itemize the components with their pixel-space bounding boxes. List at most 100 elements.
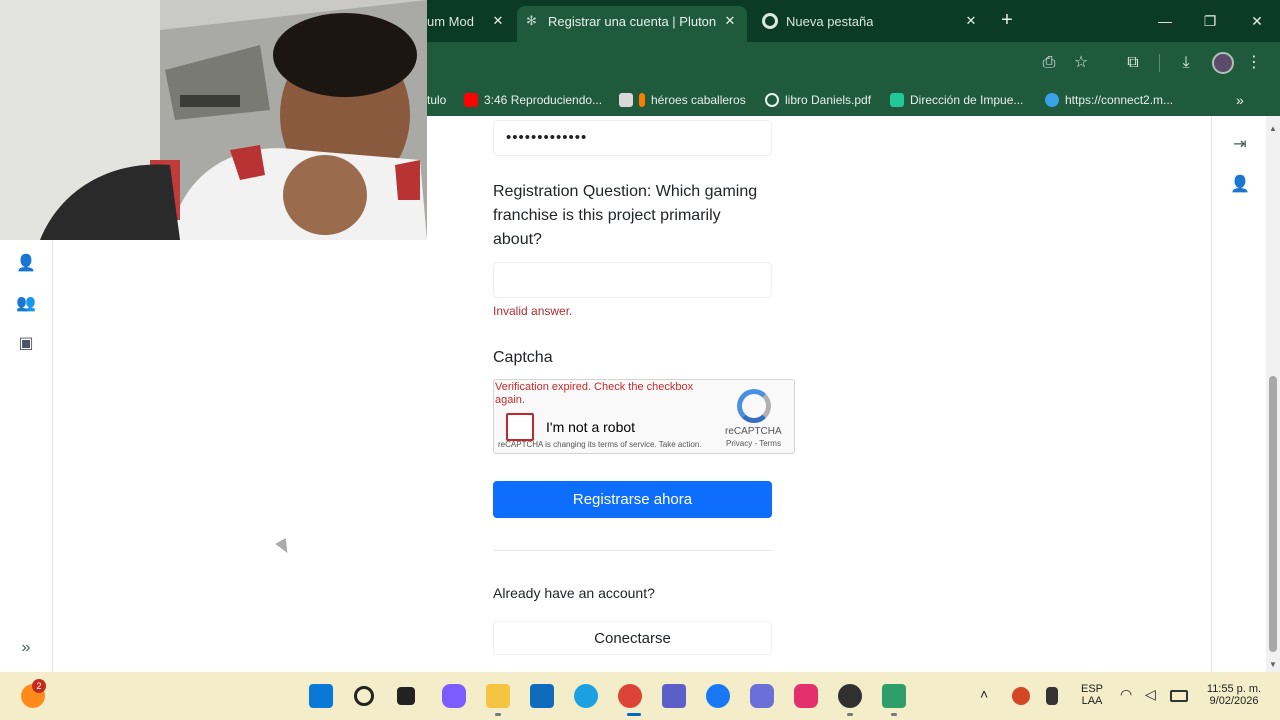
bookmark-label: Dirección de Impue... bbox=[910, 93, 1024, 107]
captcha-label: Captcha bbox=[493, 349, 553, 366]
close-window-button[interactable]: ✕ bbox=[1244, 8, 1270, 34]
microphone-icon[interactable] bbox=[1046, 687, 1058, 705]
money-icon[interactable]: ▣ bbox=[16, 334, 36, 354]
tray-overflow-icon[interactable]: ˄ bbox=[980, 686, 988, 702]
page-scrollbar[interactable]: ▲ ▼ bbox=[1266, 116, 1280, 672]
bookmark-item[interactable]: libro Daniels.pdf bbox=[765, 92, 871, 108]
bookmark-star-icon[interactable]: ☆ bbox=[1070, 52, 1092, 74]
users-icon[interactable]: 👥 bbox=[16, 294, 36, 314]
left-sidebar: 👤 👥 ▣ » bbox=[0, 240, 53, 672]
mouse-cursor bbox=[275, 537, 293, 557]
bookmark-label: tulo bbox=[427, 93, 447, 107]
sheets-icon[interactable] bbox=[882, 684, 906, 708]
tab-nueva-pestana[interactable]: Nueva pestaña ✕ bbox=[756, 6, 988, 36]
edge-icon bbox=[1045, 93, 1059, 107]
instagram-icon[interactable] bbox=[794, 684, 818, 708]
bookmark-item[interactable]: 3:46 Reproduciendo... bbox=[464, 92, 602, 108]
running-indicator bbox=[847, 713, 853, 716]
edge-icon[interactable] bbox=[574, 684, 598, 708]
login-button[interactable]: Conectarse bbox=[493, 621, 772, 655]
volume-icon[interactable]: ◁ bbox=[1145, 686, 1156, 703]
battery-icon[interactable] bbox=[1170, 690, 1188, 702]
password-confirm-field[interactable]: ••••••••••••• bbox=[493, 120, 772, 156]
teams-icon[interactable] bbox=[662, 684, 686, 708]
clock-date: 9/02/2026 bbox=[1209, 695, 1259, 707]
registration-answer-field[interactable] bbox=[493, 262, 772, 298]
scroll-thumb[interactable] bbox=[1269, 376, 1277, 652]
password-mask: ••••••••••••• bbox=[506, 129, 588, 146]
notification-badge: 2 bbox=[32, 679, 46, 693]
webcam-overlay bbox=[0, 0, 427, 240]
language-layout: LAA bbox=[1081, 695, 1103, 707]
recaptcha-widget: Verification expired. Check the checkbox… bbox=[493, 379, 795, 454]
registration-question-label: Registration Question: Which gaming fran… bbox=[493, 183, 758, 248]
restore-button[interactable]: ❐ bbox=[1197, 8, 1223, 34]
already-account-text: Already have an account? bbox=[493, 585, 655, 601]
close-icon[interactable]: ✕ bbox=[721, 12, 739, 30]
bookmark-label: libro Daniels.pdf bbox=[785, 93, 872, 107]
add-user-icon[interactable]: 👤 bbox=[1230, 175, 1250, 195]
bookmark-item[interactable]: Dirección de Impue... bbox=[890, 92, 1023, 108]
user-icon[interactable]: 👤 bbox=[16, 254, 36, 274]
active-indicator bbox=[627, 713, 641, 716]
bookmarks-overflow-icon[interactable]: » bbox=[1236, 92, 1244, 108]
bookmark-label: héroes caballeros bbox=[651, 93, 746, 107]
divider bbox=[493, 550, 772, 551]
dian-icon bbox=[890, 93, 904, 107]
wifi-icon[interactable]: ◠ bbox=[1120, 686, 1132, 703]
facebook-icon[interactable] bbox=[706, 684, 730, 708]
right-sidebar: ⇥ 👤 bbox=[1211, 116, 1266, 672]
youtube-icon bbox=[464, 93, 478, 107]
bookmark-item[interactable]: héroes caballeros bbox=[619, 92, 746, 108]
bookmark-label: 3:46 Reproduciendo... bbox=[484, 93, 603, 107]
bookmark-item[interactable]: tulo bbox=[427, 92, 446, 108]
roblox-icon bbox=[619, 93, 633, 107]
tab-title: Registrar una cuenta | Plutonium bbox=[548, 13, 716, 29]
tab-registrar-cuenta[interactable]: ✻ Registrar una cuenta | Plutonium ✕ bbox=[517, 6, 747, 42]
language-indicator[interactable]: ESP LAA bbox=[1078, 683, 1106, 707]
toolbar-divider bbox=[1159, 54, 1160, 72]
login-icon[interactable]: ⇥ bbox=[1230, 135, 1250, 155]
minimize-button[interactable]: — bbox=[1152, 8, 1178, 34]
install-app-icon[interactable]: ⎙ bbox=[1038, 52, 1060, 74]
bookmark-item[interactable]: https://connect2.m... bbox=[1045, 92, 1173, 108]
recaptcha-brand: reCAPTCHA bbox=[725, 426, 782, 437]
tab-title: Nueva pestaña bbox=[786, 13, 874, 29]
copilot-app-icon[interactable] bbox=[750, 684, 774, 708]
expand-sidebar-icon[interactable]: » bbox=[16, 638, 36, 658]
recaptcha-checkbox[interactable] bbox=[506, 413, 534, 441]
running-indicator bbox=[495, 713, 501, 716]
chrome-icon[interactable] bbox=[618, 684, 642, 708]
windows-start-icon[interactable] bbox=[309, 684, 333, 708]
recaptcha-label: I'm not a robot bbox=[546, 419, 636, 435]
extensions-icon[interactable]: ⧉ bbox=[1122, 52, 1144, 74]
recaptcha-logo-icon bbox=[737, 389, 771, 423]
tray-app-icon[interactable] bbox=[1012, 687, 1030, 705]
obs-icon[interactable] bbox=[838, 684, 862, 708]
copilot-icon[interactable] bbox=[442, 684, 466, 708]
clock[interactable]: 11:55 p. m. 9/02/2026 bbox=[1196, 683, 1272, 707]
outlook-icon[interactable] bbox=[530, 684, 554, 708]
task-view-icon[interactable] bbox=[397, 687, 415, 705]
chrome-icon bbox=[762, 13, 778, 29]
download-icon[interactable]: ⤓ bbox=[1175, 52, 1197, 74]
recaptcha-privacy-terms-link[interactable]: Privacy - Terms bbox=[726, 439, 781, 448]
tab-plutonium-mod[interactable]: um Mod ✕ bbox=[427, 6, 515, 36]
recaptcha-notice[interactable]: reCAPTCHA is changing its terms of servi… bbox=[498, 440, 718, 450]
scroll-down-icon[interactable]: ▼ bbox=[1268, 660, 1278, 670]
scroll-up-icon[interactable]: ▲ bbox=[1268, 124, 1278, 134]
more-menu-icon[interactable]: ⋮ bbox=[1243, 52, 1265, 74]
new-tab-button[interactable]: + bbox=[997, 10, 1017, 30]
profile-avatar[interactable] bbox=[1212, 52, 1234, 74]
recaptcha-error: Verification expired. Check the checkbox… bbox=[495, 381, 694, 406]
flame-icon bbox=[639, 93, 645, 107]
answer-error-text: Invalid answer. bbox=[493, 304, 573, 318]
search-icon[interactable] bbox=[354, 686, 374, 706]
gear-icon: ✻ bbox=[526, 13, 537, 28]
globe-icon bbox=[765, 93, 779, 107]
register-button[interactable]: Registrarse ahora bbox=[493, 481, 772, 518]
file-explorer-icon[interactable] bbox=[486, 684, 510, 708]
close-icon[interactable]: ✕ bbox=[489, 12, 507, 30]
webcam-image bbox=[0, 0, 427, 240]
close-icon[interactable]: ✕ bbox=[962, 12, 980, 30]
